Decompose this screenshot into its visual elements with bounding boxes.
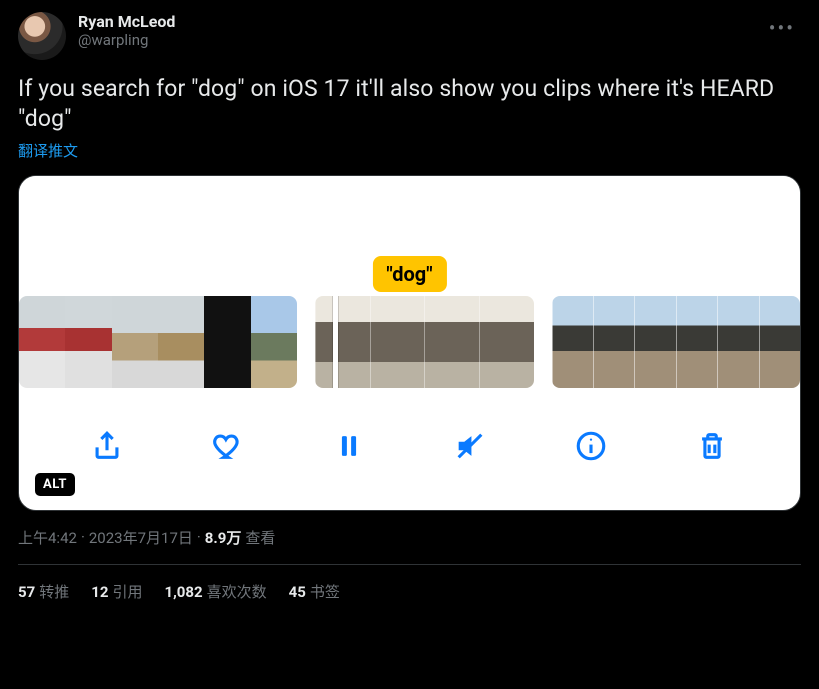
info-icon[interactable] bbox=[567, 422, 615, 470]
video-frame bbox=[676, 296, 717, 388]
video-frame bbox=[19, 296, 65, 388]
search-term-pill: "dog" bbox=[372, 256, 446, 292]
media-preview-area: "dog" bbox=[19, 176, 800, 296]
video-timeline[interactable] bbox=[19, 296, 800, 388]
clip-group[interactable] bbox=[19, 296, 297, 388]
share-icon[interactable] bbox=[83, 422, 131, 470]
quotes-stat[interactable]: 12引用 bbox=[91, 581, 142, 602]
bookmarks-stat[interactable]: 45书签 bbox=[289, 581, 340, 602]
divider bbox=[18, 564, 801, 565]
video-frame bbox=[424, 296, 479, 388]
video-frame bbox=[112, 296, 158, 388]
pause-icon[interactable] bbox=[325, 422, 373, 470]
views-label: 查看 bbox=[245, 527, 275, 548]
display-name[interactable]: Ryan McLeod bbox=[78, 12, 751, 31]
video-frame bbox=[158, 296, 204, 388]
video-frame bbox=[370, 296, 425, 388]
avatar[interactable] bbox=[18, 12, 66, 60]
stats-row: 57转推 12引用 1,082喜欢次数 45书签 bbox=[18, 581, 801, 602]
trash-icon[interactable] bbox=[688, 422, 736, 470]
translate-link[interactable]: 翻译推文 bbox=[18, 140, 78, 161]
tweet-date[interactable]: 2023年7月17日 bbox=[89, 527, 193, 548]
tweet-time[interactable]: 上午4:42 bbox=[18, 527, 77, 548]
video-frame bbox=[759, 296, 800, 388]
alt-badge[interactable]: ALT bbox=[35, 473, 75, 496]
video-frame bbox=[479, 296, 534, 388]
video-frame bbox=[315, 296, 370, 388]
video-frame bbox=[65, 296, 111, 388]
heart-icon[interactable] bbox=[204, 422, 252, 470]
video-frame bbox=[593, 296, 634, 388]
video-frame bbox=[251, 296, 297, 388]
tweet-text: If you search for "dog" on iOS 17 it'll … bbox=[18, 74, 801, 134]
video-frame bbox=[634, 296, 675, 388]
likes-stat[interactable]: 1,082喜欢次数 bbox=[164, 581, 266, 602]
media-card[interactable]: "dog" bbox=[18, 175, 801, 511]
clip-group[interactable] bbox=[552, 296, 800, 388]
tweet-meta: 上午4:42 · 2023年7月17日 · 8.9万 查看 bbox=[18, 527, 801, 548]
video-frame bbox=[717, 296, 758, 388]
video-frame bbox=[204, 296, 250, 388]
more-icon[interactable]: ••• bbox=[763, 12, 801, 44]
views-count: 8.9万 bbox=[205, 527, 242, 548]
media-toolbar bbox=[19, 388, 800, 510]
mute-icon[interactable] bbox=[446, 422, 494, 470]
video-frame bbox=[552, 296, 593, 388]
playhead[interactable] bbox=[333, 296, 338, 388]
clip-group[interactable] bbox=[315, 296, 534, 388]
retweets-stat[interactable]: 57转推 bbox=[18, 581, 69, 602]
handle[interactable]: @warpling bbox=[78, 31, 751, 49]
